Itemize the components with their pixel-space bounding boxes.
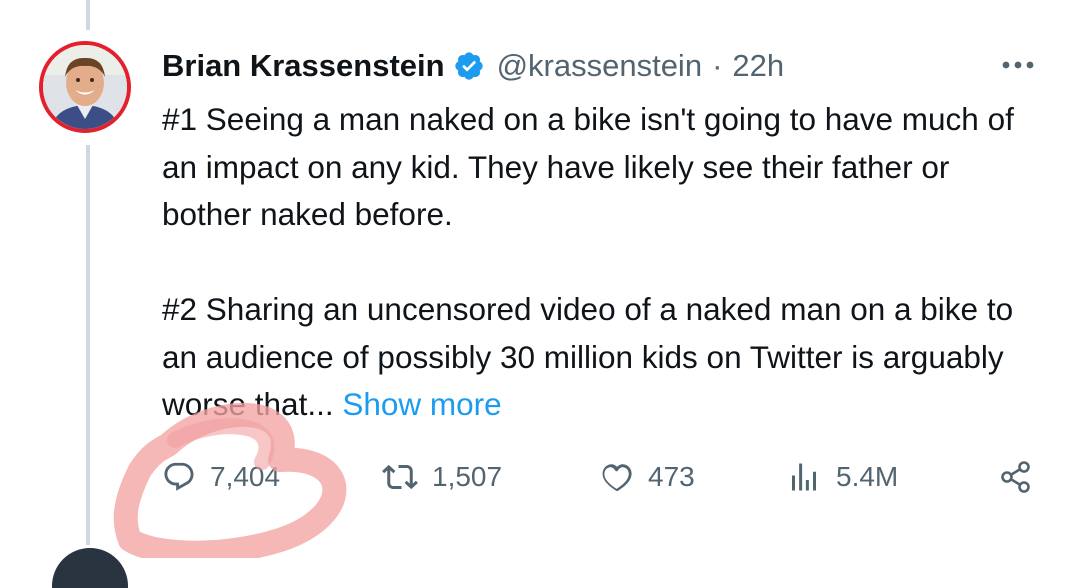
timestamp[interactable]: 22h [732, 48, 784, 84]
tweet-header: Brian Krassenstein @krassenstein · 22h [162, 44, 784, 88]
thread-line-top [86, 0, 90, 30]
views-count: 5.4M [836, 461, 899, 492]
like-count: 473 [648, 461, 695, 492]
repost-count: 1,507 [432, 461, 503, 492]
author-handle[interactable]: @krassenstein [497, 48, 703, 84]
share-icon [998, 459, 1034, 495]
show-more-link[interactable]: Show more [342, 386, 501, 422]
author-name[interactable]: Brian Krassenstein [162, 48, 445, 84]
tweet-paragraph-1: #1 Seeing a man naked on a bike isn't go… [162, 101, 1014, 232]
repost-icon [382, 459, 418, 495]
heart-icon [598, 459, 634, 495]
more-options-icon[interactable] [998, 50, 1038, 80]
tweet-text: #1 Seeing a man naked on a bike isn't go… [162, 96, 1042, 429]
like-button[interactable]: 473 [598, 454, 695, 500]
reply-button[interactable]: 7,404 [162, 454, 280, 500]
views-icon [786, 459, 822, 495]
verified-badge-icon [453, 50, 485, 82]
tweet-paragraph-2: #2 Sharing an uncensored video of a nake… [162, 286, 1042, 429]
avatar[interactable] [39, 41, 131, 133]
share-button[interactable] [998, 454, 1034, 500]
thread-line [86, 145, 90, 545]
separator-dot: · [712, 48, 723, 83]
repost-button[interactable]: 1,507 [382, 454, 502, 500]
next-tweet-avatar[interactable] [52, 548, 128, 588]
action-bar: 7,404 1,507 473 5.4M [162, 454, 1042, 500]
reply-icon [162, 460, 196, 494]
reply-count: 7,404 [210, 461, 281, 492]
views-button[interactable]: 5.4M [786, 454, 898, 500]
tweet-paragraph-2-text: #2 Sharing an uncensored video of a nake… [162, 291, 1014, 422]
